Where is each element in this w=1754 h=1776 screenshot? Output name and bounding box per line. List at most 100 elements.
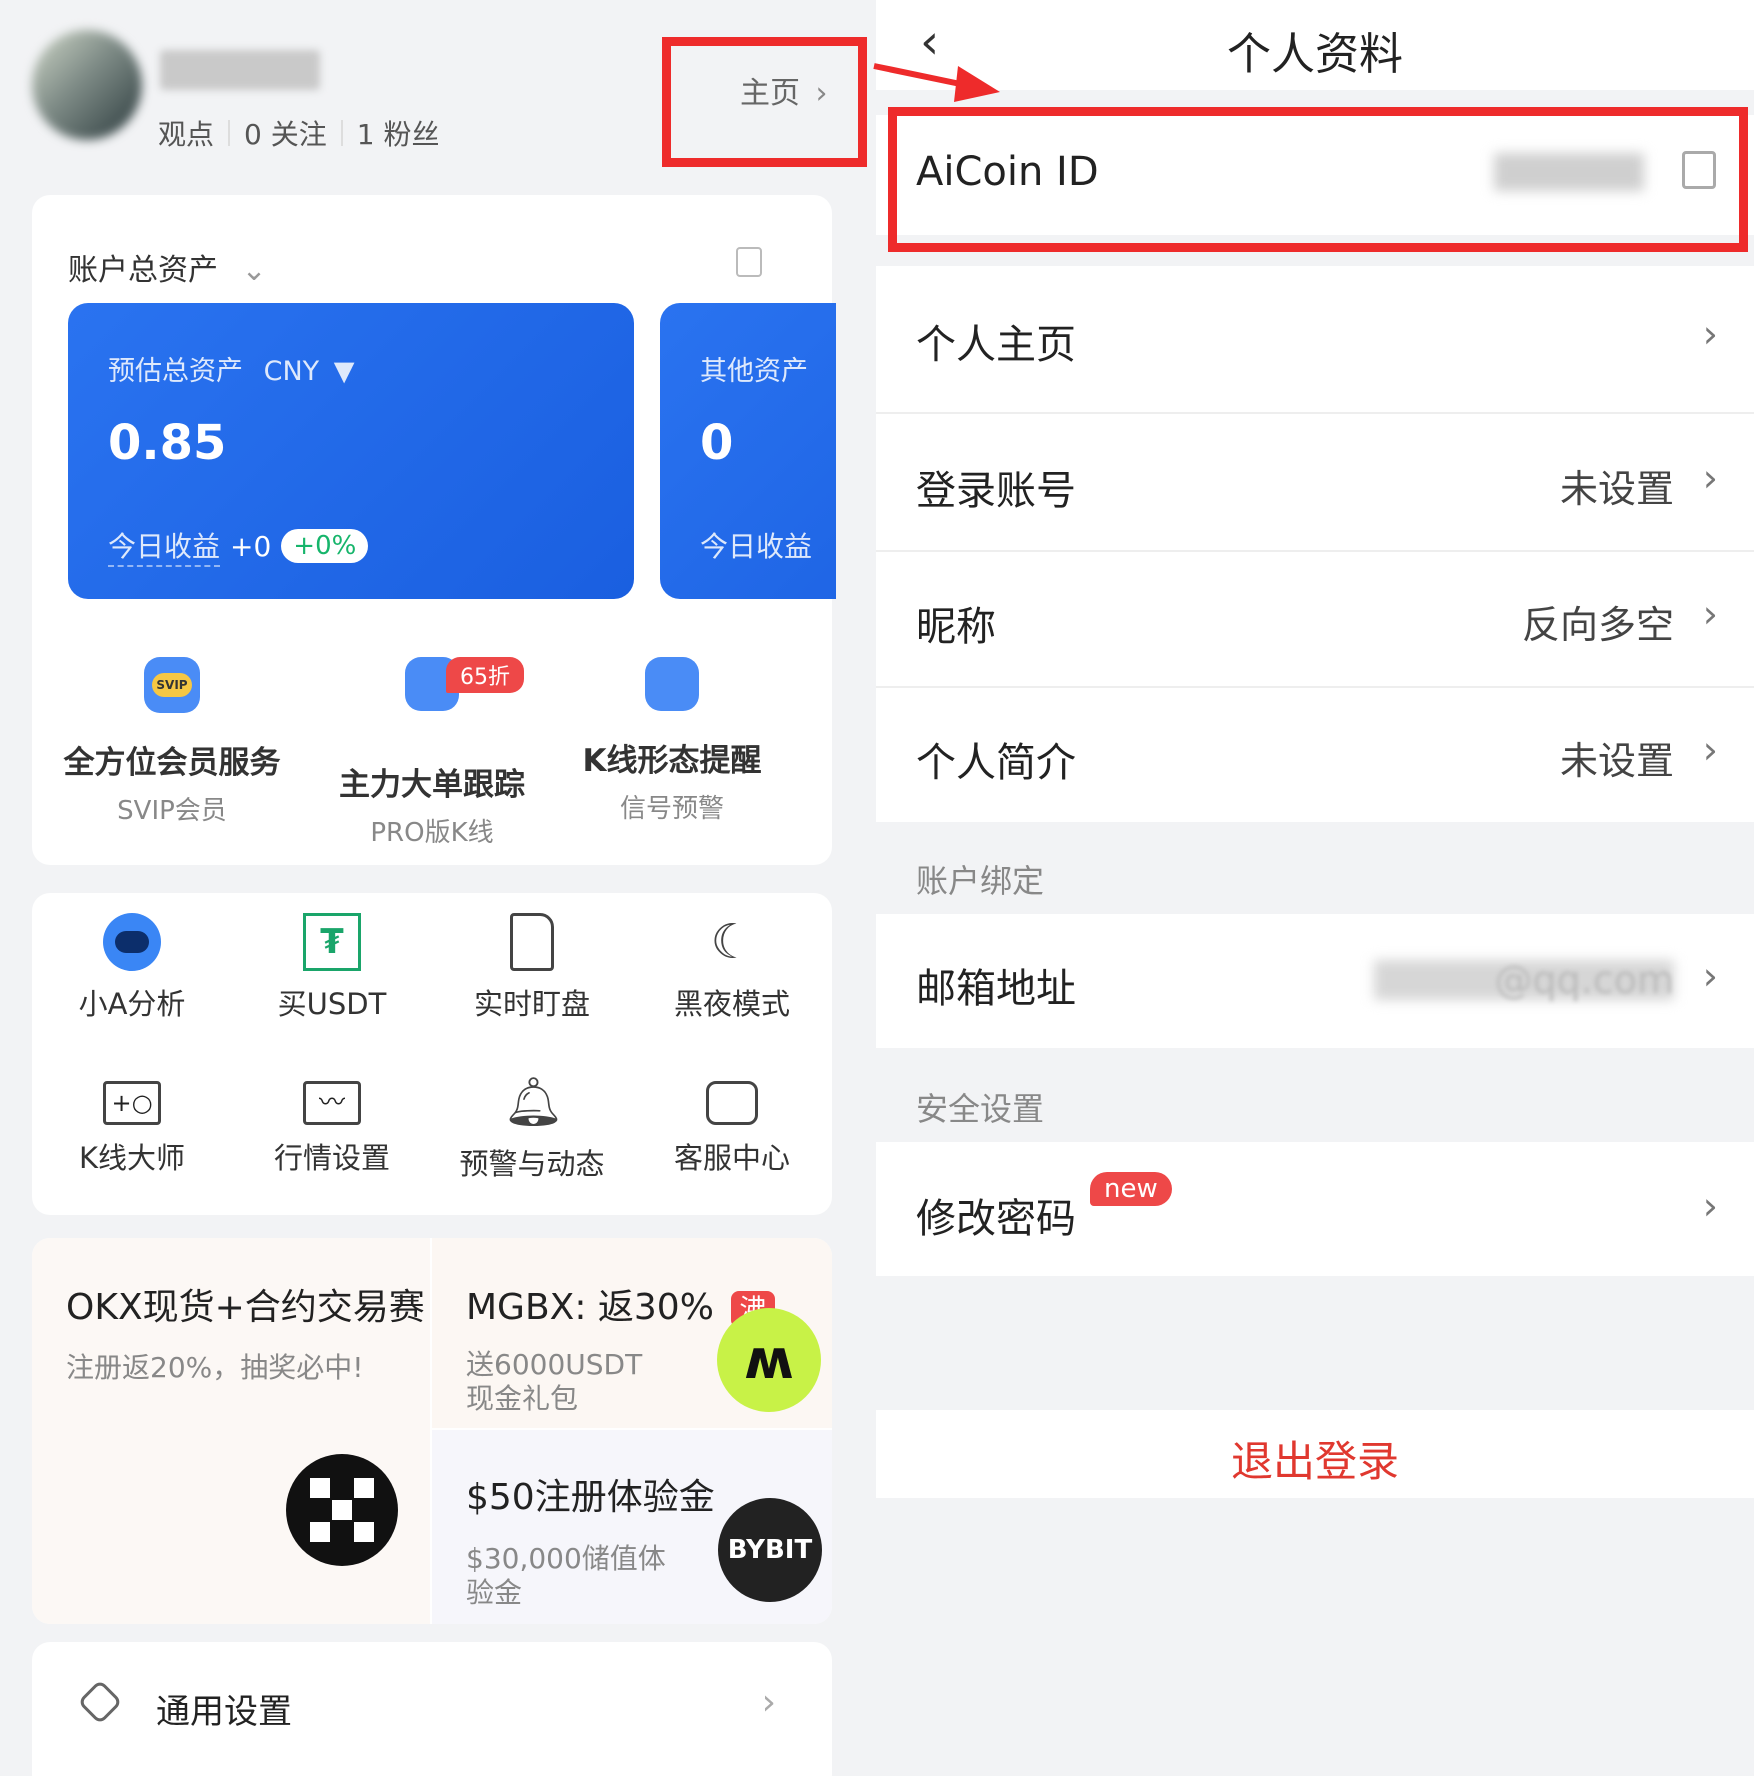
username-blurred — [160, 50, 320, 90]
tool-market-settings[interactable]: 〰 行情设置 — [237, 1073, 427, 1183]
feature-kline-alert[interactable]: K线形态提醒 信号预警 — [552, 635, 792, 825]
tool-label: 行情设置 — [273, 1141, 390, 1175]
other-today-label: 今日收益 — [700, 530, 813, 563]
caret-down-icon: ▼ — [333, 356, 355, 387]
tool-realtime-watch[interactable]: 实时盯盘 — [437, 913, 627, 1023]
tool-dark-mode[interactable]: ☾ 黑夜模式 — [637, 913, 827, 1023]
tool-label: 实时盯盘 — [473, 987, 590, 1021]
feature-pro-kline[interactable]: 65折 主力大单跟踪 PRO版K线 — [282, 635, 582, 849]
asset-card-estimated[interactable]: 预估总资产 CNY ▼ 0.85 今日收益 +0 +0% — [68, 303, 634, 599]
okx-logo-icon — [286, 1454, 398, 1566]
row-change-password[interactable]: 修改密码 new › — [876, 1142, 1754, 1276]
row-login-account[interactable]: 登录账号 未设置 › — [876, 414, 1754, 550]
stat-following[interactable]: 0 关注 — [244, 113, 327, 153]
asset-card-other-clip: 其他资产 0 今日收益 — [660, 303, 836, 599]
chevron-right-icon: › — [1702, 312, 1718, 356]
mgbx-logo-icon: ʍ — [717, 1308, 821, 1412]
alarm-icon — [645, 657, 699, 711]
tool-label: 客服中心 — [673, 1141, 790, 1175]
tool-label: 预警与动态 — [459, 1147, 605, 1181]
bell-icon: 🔔︎ — [503, 1074, 564, 1130]
chevron-right-icon: › — [1702, 728, 1718, 772]
svip-icon: SVIP — [144, 657, 200, 713]
moon-icon: ☾ — [710, 914, 754, 970]
document-icon — [510, 913, 554, 971]
logout-row[interactable]: 退出登录 — [876, 1410, 1754, 1498]
row-nickname[interactable]: 昵称 反向多空 › — [876, 552, 1754, 686]
highlight-box-home — [662, 37, 867, 167]
lock-icon[interactable] — [736, 247, 762, 277]
row-value: 未设置 — [1559, 467, 1674, 511]
feature-svip[interactable]: SVIP 全方位会员服务 SVIP会员 — [32, 635, 312, 827]
tool-label: 买USDT — [277, 987, 387, 1021]
today-percent-badge: +0% — [281, 529, 369, 563]
tools-row-1: 小A分析 ₮ 买USDT 实时盯盘 ☾ 黑夜模式 — [32, 913, 832, 1023]
promo-title: OKX现货+合约交易赛 — [66, 1287, 425, 1328]
promo-card: OKX现货+合约交易赛 注册返20%，抽奖必中! MGBX: 返30% 沸 送6… — [32, 1238, 832, 1624]
tool-xiao-a[interactable]: 小A分析 — [37, 913, 227, 1023]
tool-label: 黑夜模式 — [673, 987, 790, 1021]
feature-sub: PRO版K线 — [370, 818, 494, 848]
row-value: 未设置 — [1559, 739, 1674, 783]
section-title-binding: 账户绑定 — [916, 862, 1045, 900]
row-homepage[interactable]: 个人主页 › — [876, 266, 1754, 412]
feature-title: 主力大单跟踪 — [339, 767, 525, 803]
promo-bybit[interactable]: $50注册体验金 $30,000储值体验金 BYBIT — [432, 1430, 832, 1624]
service-icon — [706, 1081, 758, 1125]
avatar[interactable] — [32, 30, 142, 140]
row-label: 个人简介 — [916, 740, 1076, 786]
asset-card-other[interactable]: 其他资产 0 今日收益 — [660, 303, 836, 599]
currency-select[interactable]: CNY — [264, 356, 320, 387]
gear-icon — [77, 1679, 123, 1725]
other-label: 其他资产 — [700, 356, 808, 387]
divider — [228, 120, 231, 146]
robot-icon — [103, 913, 161, 971]
chevron-right-icon: › — [1702, 1184, 1718, 1228]
today-label: 今日收益 — [108, 525, 221, 567]
chevron-right-icon: › — [1702, 592, 1718, 636]
chevron-right-icon: › — [1702, 954, 1718, 998]
logout-button: 退出登录 — [1230, 1437, 1399, 1486]
chart-settings-icon: 〰 — [303, 1081, 361, 1125]
chevron-right-icon: › — [761, 1682, 776, 1723]
red-arrow-icon — [873, 63, 1000, 102]
promo-mgbx[interactable]: MGBX: 返30% 沸 送6000USDT现金礼包 ʍ — [432, 1238, 832, 1428]
row-label: 昵称 — [916, 604, 996, 650]
promo-title: MGBX: 返30% — [466, 1287, 714, 1328]
tools-row-2: +○ K线大师 〰 行情设置 🔔︎ 预警与动态 客服中心 — [32, 1073, 832, 1183]
tool-alerts[interactable]: 🔔︎ 预警与动态 — [437, 1073, 627, 1183]
new-badge: new — [1090, 1172, 1172, 1206]
tool-customer-service[interactable]: 客服中心 — [637, 1073, 827, 1183]
row-bio[interactable]: 个人简介 未设置 › — [876, 688, 1754, 822]
kline-master-icon: +○ — [103, 1081, 161, 1125]
promo-okx[interactable]: OKX现货+合约交易赛 注册返20%，抽奖必中! — [32, 1238, 430, 1624]
email-value: @qq.com — [1494, 958, 1674, 1002]
stat-views[interactable]: 观点 — [158, 113, 214, 153]
section-title-security: 安全设置 — [916, 1090, 1045, 1128]
promo-title: $50注册体验金 — [466, 1477, 715, 1518]
svip-icon-text: SVIP — [152, 673, 192, 697]
row-label: 修改密码 — [916, 1196, 1076, 1242]
stat-followers[interactable]: 1 粉丝 — [357, 113, 440, 153]
assets-title-label: 账户总资产 — [68, 253, 218, 288]
general-settings-label: 通用设置 — [156, 1692, 292, 1732]
tool-label: K线大师 — [78, 1141, 186, 1175]
highlight-box-aicoin-id — [888, 107, 1748, 252]
usdt-icon: ₮ — [303, 913, 361, 971]
account-panel: 观点 0 关注 1 粉丝 主页 › 账户总资产 ⌄ 预估总资产 CNY ▼ 0.… — [0, 0, 876, 1776]
tool-buy-usdt[interactable]: ₮ 买USDT — [237, 913, 427, 1023]
tools-card: 小A分析 ₮ 买USDT 实时盯盘 ☾ 黑夜模式 +○ K线大师 〰 行情设置 — [32, 893, 832, 1215]
tool-label: 小A分析 — [78, 987, 186, 1021]
general-settings-row[interactable]: 通用设置 › — [32, 1642, 832, 1776]
feature-sub: SVIP会员 — [117, 796, 227, 826]
discount-badge: 65折 — [446, 657, 524, 693]
assets-section-title[interactable]: 账户总资产 ⌄ — [68, 245, 267, 289]
row-label: 邮箱地址 — [916, 966, 1076, 1012]
feature-title: K线形态提醒 — [582, 743, 762, 779]
row-label: 个人主页 — [916, 322, 1076, 368]
tool-kline-master[interactable]: +○ K线大师 — [37, 1073, 227, 1183]
divider — [340, 120, 343, 146]
chevron-down-icon: ⌄ — [241, 253, 267, 288]
feature-sub: 信号预警 — [619, 794, 724, 824]
row-email[interactable]: 邮箱地址 @qq.com › — [876, 914, 1754, 1048]
